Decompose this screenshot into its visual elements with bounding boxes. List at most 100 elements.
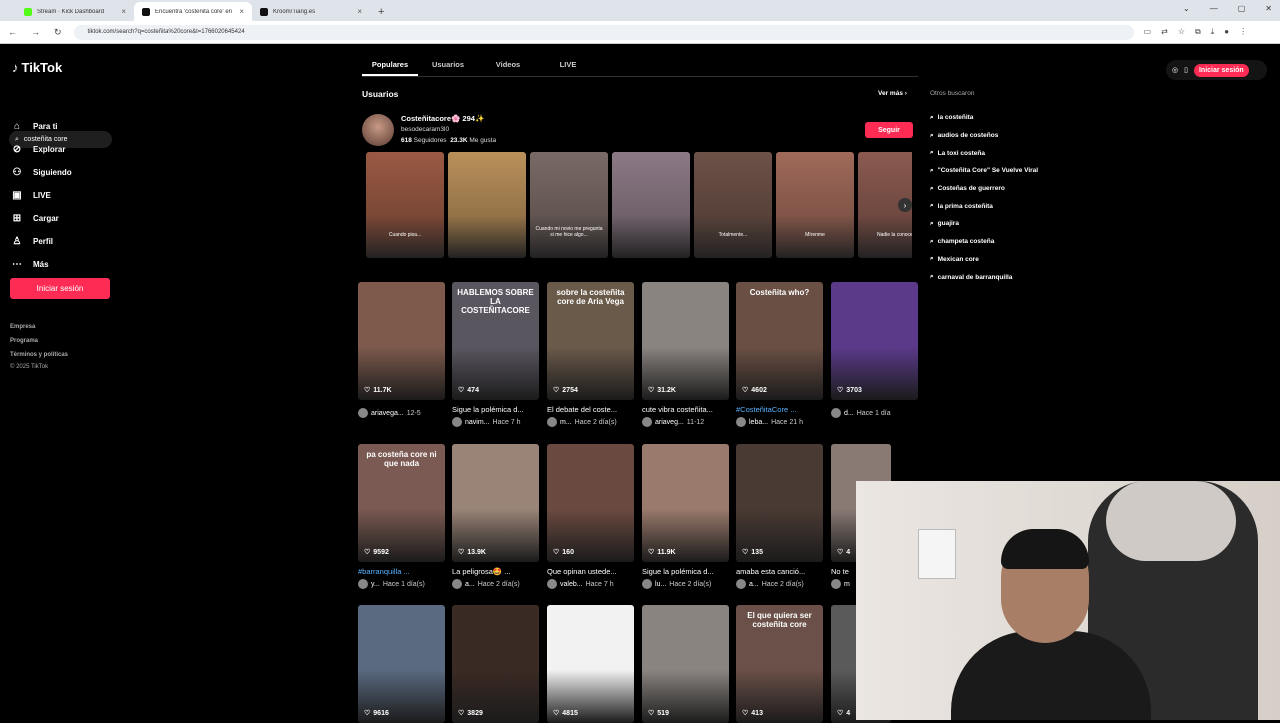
video-card[interactable]: ♡ 11.9K Sigue la polémica d... lu... Hace 2 … bbox=[642, 444, 729, 589]
maximize-icon[interactable]: ▢ bbox=[1238, 4, 1246, 13]
video-card[interactable]: HABLEMOS SOBRE LA COSTEÑITACORE ♡ 474 Sigue… bbox=[452, 282, 539, 427]
close-tab-icon[interactable]: × bbox=[121, 7, 126, 16]
close-window-icon[interactable]: ✕ bbox=[1265, 4, 1272, 13]
author-avatar[interactable] bbox=[452, 579, 462, 589]
author-avatar[interactable] bbox=[736, 417, 746, 427]
translate-icon[interactable]: ⇄ bbox=[1161, 27, 1168, 37]
video-thumbnail[interactable]: ♡ 13.9K bbox=[452, 444, 539, 562]
tab-populares[interactable]: Populares bbox=[362, 60, 418, 76]
video-title[interactable]: Que opinan ustede... bbox=[547, 567, 634, 576]
video-card[interactable]: ♡ 4815 bbox=[547, 605, 634, 723]
suggestion-item[interactable]: ⌕ guajira bbox=[930, 215, 1038, 233]
browser-tab[interactable]: Stream · Kick Dashboard × bbox=[16, 2, 134, 21]
reload-icon[interactable]: ↻ bbox=[54, 27, 62, 38]
suggestion-item[interactable]: ⌕ Mexican core bbox=[930, 251, 1038, 269]
tab-usuarios[interactable]: Usuarios bbox=[418, 60, 478, 76]
video-thumbnail[interactable]: HABLEMOS SOBRE LA COSTEÑITACORE ♡ 474 bbox=[452, 282, 539, 400]
sidebar-item-perfil[interactable]: ♙ Perfil bbox=[10, 230, 72, 253]
video-thumbnail[interactable]: ♡ 11.9K bbox=[642, 444, 729, 562]
video-thumbnail[interactable]: sobre la costeñita core de Aria Vega ♡ 275… bbox=[547, 282, 634, 400]
back-icon[interactable]: ← bbox=[8, 27, 17, 38]
video-thumbnail[interactable]: ♡ 4815 bbox=[547, 605, 634, 723]
video-card[interactable]: pa costeña core ni que nada ♡ 9592 #barranq… bbox=[358, 444, 445, 589]
video-card[interactable]: Costeñita who? ♡ 4602 #CosteñitaCore ... leb… bbox=[736, 282, 823, 427]
video-card[interactable]: ♡ 160 Que opinan ustede... valeb... Hace 7 h bbox=[547, 444, 634, 589]
sidebar-item-más[interactable]: ⋯ Más bbox=[10, 253, 72, 276]
video-thumbnail[interactable]: El que quiera ser costeñita core ♡ 413 bbox=[736, 605, 823, 723]
chevron-down-icon[interactable]: ⌄ bbox=[1183, 4, 1190, 13]
author-avatar[interactable] bbox=[547, 579, 557, 589]
extensions-icon[interactable]: ⧉ bbox=[1195, 27, 1201, 37]
video-thumbnail[interactable]: ♡ 3703 bbox=[831, 282, 918, 400]
user-video-thumbnail[interactable]: Totalmente... bbox=[694, 152, 772, 258]
author-name[interactable]: d... bbox=[844, 410, 854, 417]
video-card[interactable]: El que quiera ser costeñita core ♡ 413 bbox=[736, 605, 823, 723]
author-name[interactable]: m bbox=[844, 581, 850, 588]
login-button[interactable]: Iniciar sesión bbox=[10, 278, 110, 299]
video-thumbnail[interactable]: pa costeña core ni que nada ♡ 9592 bbox=[358, 444, 445, 562]
video-title[interactable]: La peligrosa🤩 ... bbox=[452, 567, 539, 576]
coin-icon[interactable]: ◎ bbox=[1172, 66, 1178, 74]
minimize-icon[interactable]: — bbox=[1210, 4, 1218, 13]
suggestion-item[interactable]: ⌕ audios de costeños bbox=[930, 127, 1038, 145]
cast-icon[interactable]: ▭ bbox=[1144, 27, 1152, 37]
user-video-thumbnail[interactable] bbox=[612, 152, 690, 258]
tiktok-logo[interactable]: ♪ TikTok bbox=[12, 60, 62, 75]
sidebar-item-cargar[interactable]: ⊞ Cargar bbox=[10, 207, 72, 230]
sidebar-item-explorar[interactable]: ⊘ Explorar bbox=[10, 138, 72, 161]
author-avatar[interactable] bbox=[831, 408, 841, 418]
video-card[interactable]: sobre la costeñita core de Aria Vega ♡ 275… bbox=[547, 282, 634, 427]
video-title[interactable]: amaba esta canció... bbox=[736, 567, 823, 576]
video-card[interactable]: ♡3703 d...Hace 1 día(s) bbox=[831, 282, 918, 418]
author-avatar[interactable] bbox=[358, 408, 368, 418]
close-tab-icon[interactable]: × bbox=[357, 7, 362, 16]
user-video-thumbnail[interactable] bbox=[448, 152, 526, 258]
forward-icon[interactable]: → bbox=[31, 27, 40, 38]
author-name[interactable]: m... bbox=[560, 419, 572, 426]
author-name[interactable]: valeb... bbox=[560, 581, 583, 588]
user-video-thumbnail[interactable]: Cuando pisa... bbox=[366, 152, 444, 258]
video-title[interactable]: #barranquilla ... bbox=[358, 567, 445, 576]
video-card[interactable]: ♡ 31.2K cute vibra costeñita... ariaveg... 1… bbox=[642, 282, 729, 427]
suggestion-item[interactable]: ⌕ La toxi costeña bbox=[930, 144, 1038, 162]
author-avatar[interactable] bbox=[452, 417, 462, 427]
see-more-link[interactable]: Ver más › bbox=[878, 90, 907, 97]
new-tab-button[interactable]: + bbox=[370, 6, 392, 21]
author-name[interactable]: a... bbox=[749, 581, 759, 588]
user-video-thumbnail[interactable]: Cuando mi novio me pregunta si me hice a… bbox=[530, 152, 608, 258]
suggestion-item[interactable]: ⌕ "Costeñita Core" Se Vuelve Viral bbox=[930, 162, 1038, 180]
user-name[interactable]: Costeñitacore🌸 294✨ bbox=[401, 114, 484, 123]
suggestion-item[interactable]: ⌕ Costeñas de guerrero bbox=[930, 180, 1038, 198]
author-avatar[interactable] bbox=[831, 579, 841, 589]
video-thumbnail[interactable]: ♡ 135 bbox=[736, 444, 823, 562]
profile-icon[interactable]: ● bbox=[1224, 27, 1229, 37]
sidebar-item-live[interactable]: ▣ LIVE bbox=[10, 184, 72, 207]
author-name[interactable]: y... bbox=[371, 581, 380, 588]
footer-link[interactable]: Términos y políticas bbox=[10, 348, 68, 362]
video-card[interactable]: ♡ 3829 bbox=[452, 605, 539, 723]
video-thumbnail[interactable]: ♡ 3829 bbox=[452, 605, 539, 723]
video-thumbnail[interactable]: ♡ 9616 bbox=[358, 605, 445, 723]
device-icon[interactable]: ▯ bbox=[1184, 66, 1188, 74]
tab-videos[interactable]: Videos bbox=[478, 60, 538, 76]
video-title[interactable]: El debate del coste... bbox=[547, 405, 634, 414]
chevron-right-icon[interactable]: › bbox=[898, 198, 912, 212]
url-field[interactable]: tiktok.com/search?q=costeñita%20core&t=1… bbox=[73, 24, 1134, 40]
suggestion-item[interactable]: ⌕ carnaval de barranquilla bbox=[930, 268, 1038, 286]
menu-icon[interactable]: ⋮ bbox=[1239, 27, 1247, 37]
author-name[interactable]: navim... bbox=[465, 419, 490, 426]
author-name[interactable]: ariaveg... bbox=[655, 419, 684, 426]
author-name[interactable]: ariavega... bbox=[371, 410, 404, 417]
video-card[interactable]: ♡ 13.9K La peligrosa🤩 ... a... Hace 2 día(s) bbox=[452, 444, 539, 589]
author-avatar[interactable] bbox=[642, 417, 652, 427]
login-button-top[interactable]: Iniciar sesión bbox=[1193, 63, 1249, 77]
suggestion-item[interactable]: ⌕ la prima costeñita bbox=[930, 197, 1038, 215]
author-avatar[interactable] bbox=[358, 579, 368, 589]
suggestion-item[interactable]: ⌕ la costeñita bbox=[930, 109, 1038, 127]
footer-link[interactable]: Programa bbox=[10, 334, 68, 348]
browser-tab[interactable]: Encuentra 'costeñita core' en TikTok × bbox=[134, 2, 252, 21]
footer-link[interactable]: Empresa bbox=[10, 320, 68, 334]
author-avatar[interactable] bbox=[736, 579, 746, 589]
video-title[interactable]: #CosteñitaCore ... bbox=[736, 405, 823, 414]
author-name[interactable]: a... bbox=[465, 581, 475, 588]
